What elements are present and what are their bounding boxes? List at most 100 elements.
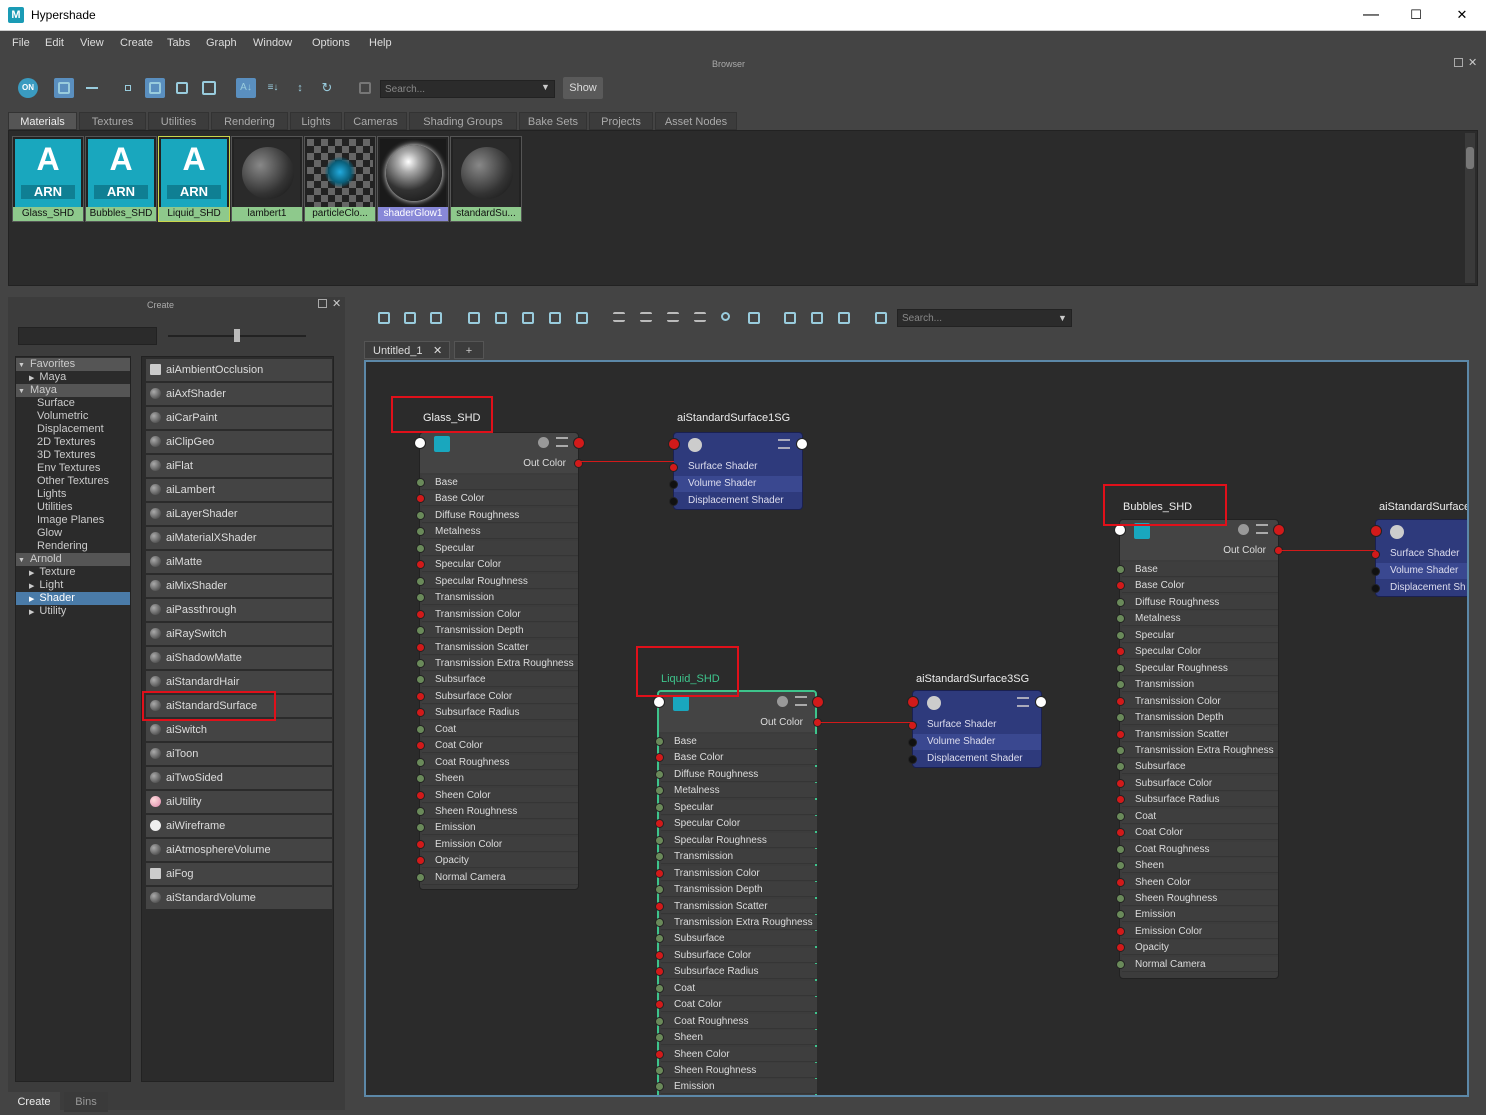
search-dropdown-icon[interactable]: ▼ bbox=[541, 82, 550, 92]
swatch-standardsu-[interactable]: standardSu... bbox=[450, 136, 522, 222]
sg-output-port[interactable] bbox=[1035, 696, 1047, 708]
attr-subsurface[interactable]: Subsurface bbox=[661, 931, 817, 947]
attr-input-port[interactable] bbox=[655, 983, 664, 993]
out-color-port[interactable] bbox=[812, 696, 824, 708]
sg-attr-displacement-shader[interactable]: Displacement Shader bbox=[913, 751, 1041, 767]
menu-file[interactable]: File bbox=[12, 37, 30, 49]
float-create-icon[interactable] bbox=[318, 299, 327, 308]
tree-item-maya[interactable]: ▶ Maya bbox=[16, 371, 130, 384]
input-port[interactable] bbox=[653, 696, 665, 708]
attr-transmission[interactable]: Transmission bbox=[1122, 677, 1278, 693]
tree-item-image-planes[interactable]: Image Planes bbox=[16, 514, 130, 527]
swatch-liquid-shd[interactable]: A ARN Liquid_SHD bbox=[158, 136, 230, 222]
tree-collapse-icon[interactable]: ▼ bbox=[18, 388, 25, 395]
attr-subsurface-radius[interactable]: Subsurface Radius bbox=[661, 964, 817, 980]
attr-normal-camera[interactable]: Normal Camera bbox=[1122, 956, 1278, 972]
attr-coat-color[interactable]: Coat Color bbox=[661, 997, 817, 1013]
sg-attr-port[interactable] bbox=[669, 463, 678, 472]
attr-input-port[interactable] bbox=[1116, 959, 1125, 969]
attr-input-port[interactable] bbox=[416, 790, 425, 800]
attr-specular[interactable]: Specular bbox=[1122, 627, 1278, 643]
custom-mode-icon[interactable] bbox=[690, 308, 710, 328]
tab-create[interactable]: Create bbox=[8, 1092, 60, 1112]
sort-type-icon[interactable]: ≡↓ bbox=[263, 78, 283, 98]
attr-input-port[interactable] bbox=[655, 835, 664, 845]
attr-coat-color[interactable]: Coat Color bbox=[422, 738, 578, 754]
node-menu-icon[interactable] bbox=[556, 437, 568, 447]
swatch-bubbles-shd[interactable]: A ARN Bubbles_SHD bbox=[85, 136, 157, 222]
shading-group-sg3[interactable]: Surface Shader Volume Shader Displacement … bbox=[907, 690, 1047, 768]
tab-bake-sets[interactable]: Bake Sets bbox=[519, 112, 587, 130]
sort-time-icon[interactable]: ↕ bbox=[290, 78, 310, 98]
close-button[interactable]: ✕ bbox=[1451, 5, 1473, 25]
sg-attr-surface-shader[interactable]: Surface Shader bbox=[674, 459, 802, 475]
attr-subsurface-color[interactable]: Subsurface Color bbox=[1122, 775, 1278, 791]
attr-subsurface-color[interactable]: Subsurface Color bbox=[661, 947, 817, 963]
attr-input-port[interactable] bbox=[1116, 894, 1125, 903]
node-aiflat[interactable]: aiFlat bbox=[146, 455, 332, 477]
minimize-button[interactable]: — bbox=[1360, 5, 1382, 25]
node-aiutility[interactable]: aiUtility bbox=[146, 791, 332, 813]
attr-base[interactable]: Base bbox=[1122, 562, 1278, 577]
sg-attr-port[interactable] bbox=[908, 738, 917, 747]
attr-coat-roughness[interactable]: Coat Roughness bbox=[422, 754, 578, 770]
sg-attr-port[interactable] bbox=[1371, 550, 1380, 559]
tree-expand-icon[interactable]: ▶ bbox=[29, 609, 34, 616]
attr-coat-color[interactable]: Coat Color bbox=[1122, 825, 1278, 841]
refresh-icon[interactable]: ↻ bbox=[317, 78, 337, 98]
tree-item-env-textures[interactable]: Env Textures bbox=[16, 462, 130, 475]
attr-input-port[interactable] bbox=[655, 769, 664, 779]
tab-projects[interactable]: Projects bbox=[589, 112, 653, 130]
attr-subsurface-radius[interactable]: Subsurface Radius bbox=[1122, 792, 1278, 808]
attr-transmission[interactable]: Transmission bbox=[661, 849, 817, 865]
graph-search-input[interactable]: Search... bbox=[897, 309, 1072, 327]
close-create-icon[interactable]: ✕ bbox=[332, 297, 341, 310]
attr-input-port[interactable] bbox=[655, 885, 664, 895]
tree-item-texture[interactable]: ▶ Texture bbox=[16, 566, 130, 579]
attr-input-port[interactable] bbox=[416, 658, 425, 668]
swatch-lambert1[interactable]: lambert1 bbox=[231, 136, 303, 222]
tree-item-rendering[interactable]: Rendering bbox=[16, 540, 130, 553]
attr-subsurface[interactable]: Subsurface bbox=[1122, 759, 1278, 775]
bookmark-icon[interactable] bbox=[744, 308, 764, 328]
node-aiwireframe[interactable]: aiWireframe bbox=[146, 815, 332, 837]
attr-input-port[interactable] bbox=[416, 872, 425, 882]
sg-attr-port[interactable] bbox=[1371, 567, 1380, 576]
io-connections-icon[interactable] bbox=[400, 308, 420, 328]
shading-group-sg1[interactable]: Surface Shader Volume Shader Displacement … bbox=[668, 432, 808, 510]
attr-coat[interactable]: Coat bbox=[661, 980, 817, 996]
swatch-shaderglow1[interactable]: shaderGlow1 bbox=[377, 136, 449, 222]
attr-transmission-depth[interactable]: Transmission Depth bbox=[661, 882, 817, 898]
attr-coat-roughness[interactable]: Coat Roughness bbox=[661, 1013, 817, 1029]
menu-window[interactable]: Window bbox=[253, 37, 292, 49]
attr-metalness[interactable]: Metalness bbox=[1122, 611, 1278, 627]
tree-item-utility[interactable]: ▶ Utility bbox=[16, 605, 130, 618]
attr-input-port[interactable] bbox=[1116, 565, 1125, 574]
tree-item-other-textures[interactable]: Other Textures bbox=[16, 475, 130, 488]
node-aimatte[interactable]: aiMatte bbox=[146, 551, 332, 573]
menu-create[interactable]: Create bbox=[120, 37, 153, 49]
tree-item-favorites[interactable]: ▼ Favorites bbox=[16, 358, 130, 371]
attr-input-port[interactable] bbox=[416, 839, 425, 849]
attr-specular[interactable]: Specular bbox=[661, 799, 817, 815]
attr-coat[interactable]: Coat bbox=[1122, 808, 1278, 824]
tab-bins[interactable]: Bins bbox=[64, 1092, 108, 1112]
tab-untitled-1[interactable]: Untitled_1 ✕ bbox=[364, 341, 450, 359]
sg-output-port[interactable] bbox=[796, 438, 808, 450]
sg-attr-displacement-sh[interactable]: Displacement Sh bbox=[1376, 580, 1467, 596]
attr-opacity[interactable]: Opacity bbox=[1122, 940, 1278, 956]
sg-attr-port[interactable] bbox=[1371, 584, 1380, 593]
attr-sheen-roughness[interactable]: Sheen Roughness bbox=[422, 804, 578, 819]
on-toggle-icon[interactable]: ON bbox=[18, 78, 38, 98]
node-aiclipgeo[interactable]: aiClipGeo bbox=[146, 431, 332, 453]
tree-item-3d-textures[interactable]: 3D Textures bbox=[16, 449, 130, 462]
node-aifog[interactable]: aiFog bbox=[146, 863, 332, 885]
tree-item-displacement[interactable]: Displacement bbox=[16, 423, 130, 436]
node-menu-icon[interactable] bbox=[1256, 524, 1268, 534]
attr-input-port[interactable] bbox=[655, 901, 664, 911]
attr-emission-color[interactable]: Emission Color bbox=[422, 836, 578, 852]
attr-input-port[interactable] bbox=[416, 807, 425, 816]
attr-input-port[interactable] bbox=[655, 1066, 664, 1075]
menu-view[interactable]: View bbox=[80, 37, 104, 49]
attr-base[interactable]: Base bbox=[661, 734, 817, 749]
